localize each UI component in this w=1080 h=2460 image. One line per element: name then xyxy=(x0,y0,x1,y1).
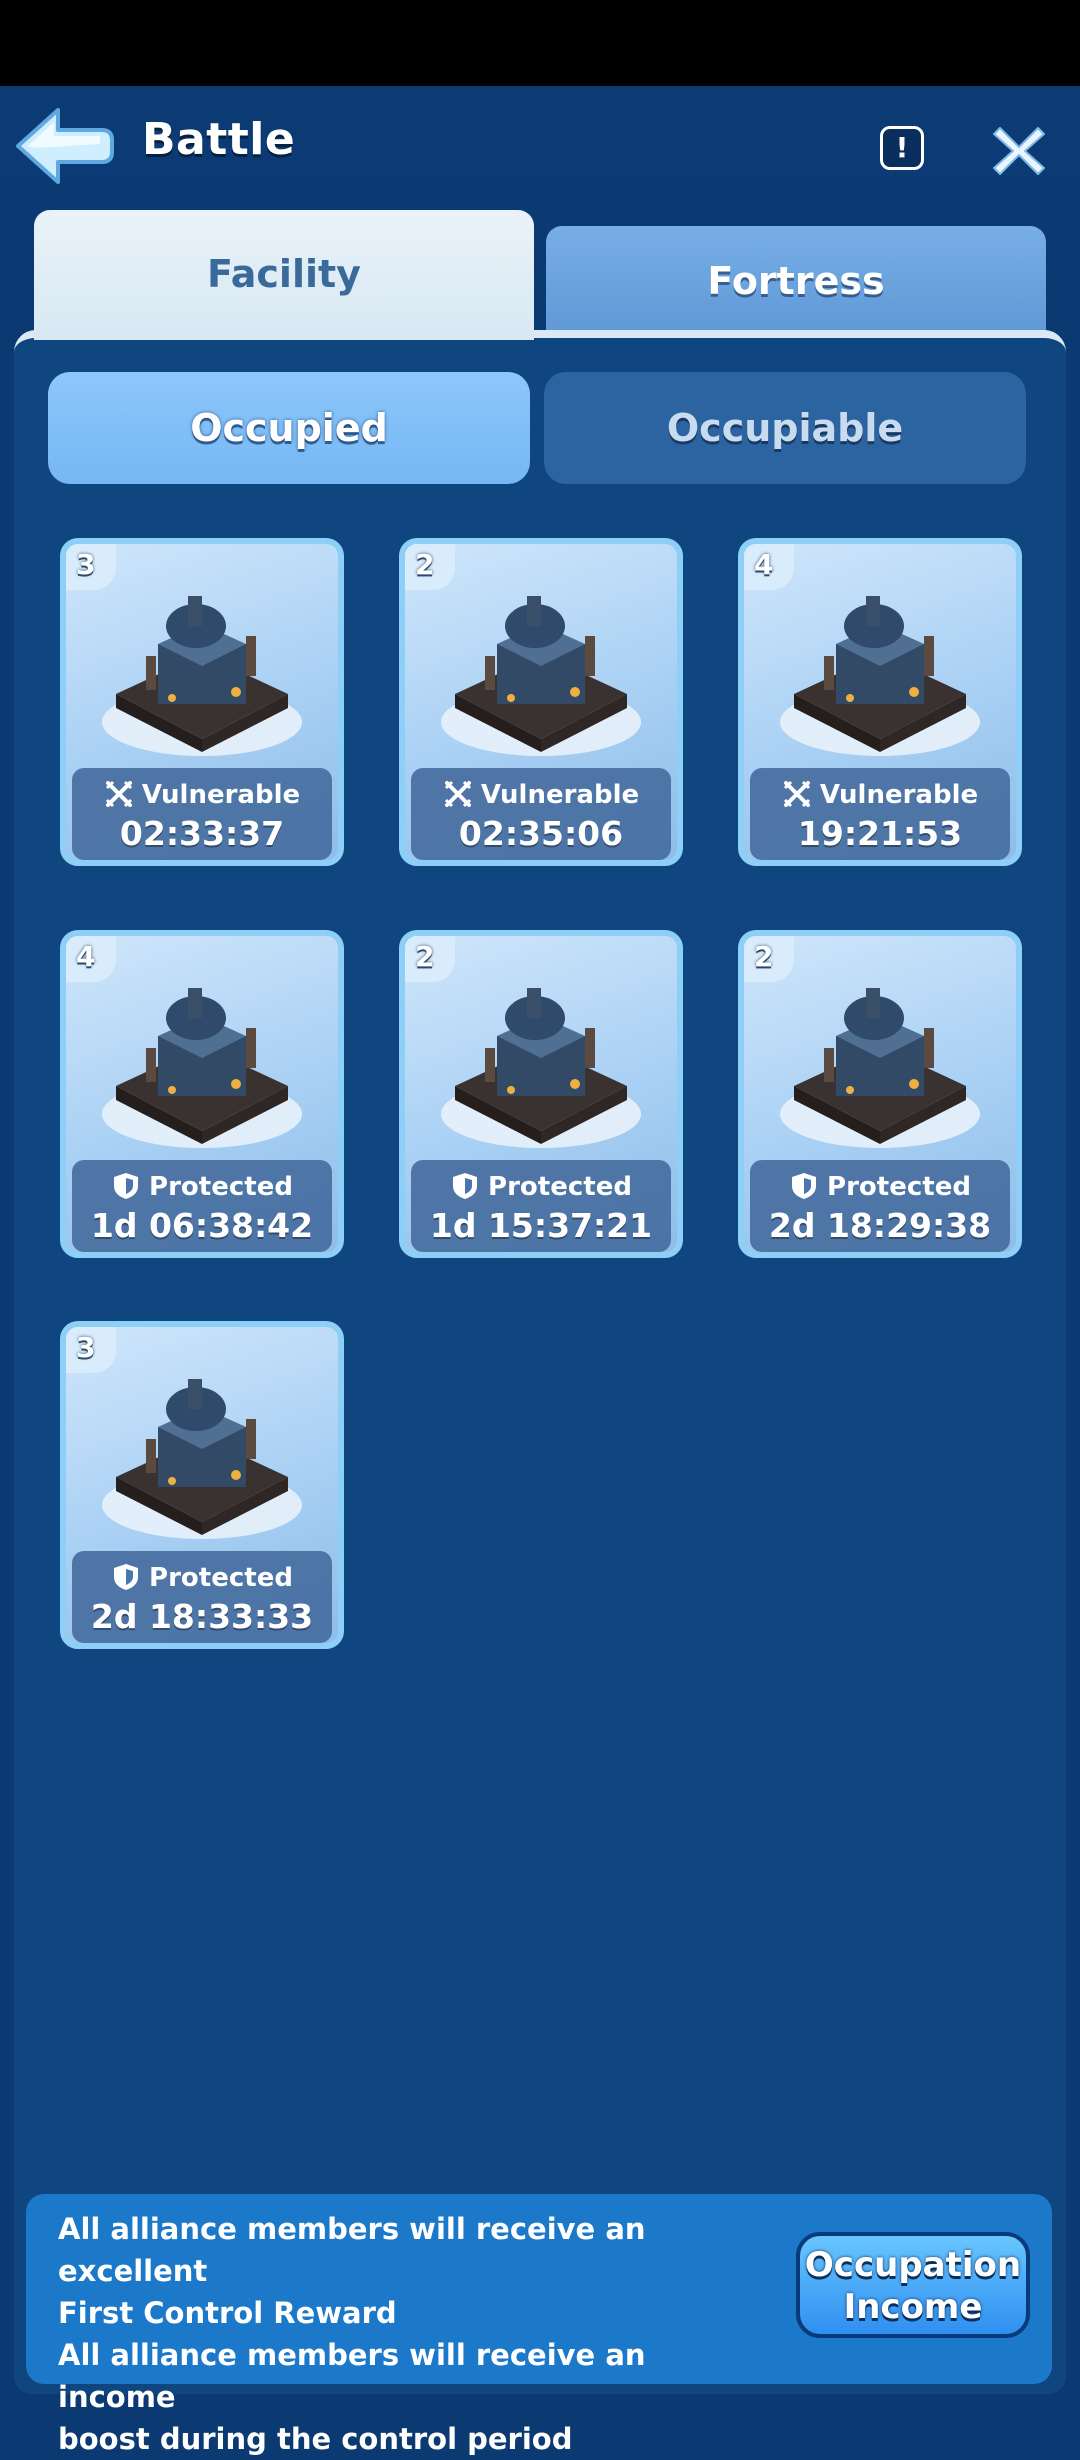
facility-status-box: Vulnerable 02:33:37 xyxy=(72,768,332,860)
facility-card[interactable]: 3 Vulnerable 02:33:37 xyxy=(60,538,344,866)
facility-level: 3 xyxy=(76,548,96,581)
close-icon[interactable] xyxy=(990,122,1048,180)
reward-line: All alliance members will receive an inc… xyxy=(58,2338,646,2414)
facility-card[interactable]: 2 Protected 2d 18:29:38 xyxy=(738,930,1022,1258)
facility-level: 2 xyxy=(754,940,774,973)
status-label: Vulnerable xyxy=(141,780,301,810)
reward-info-bar: All alliance members will receive an exc… xyxy=(26,2194,1052,2456)
facility-status-box: Protected 2d 18:29:38 xyxy=(750,1160,1010,1252)
status-line: Protected xyxy=(411,1170,671,1204)
status-label: Protected xyxy=(488,1172,632,1202)
facility-status-box: Protected 2d 18:33:33 xyxy=(72,1551,332,1643)
shield-icon xyxy=(111,1562,141,1592)
header: Battle ! xyxy=(0,86,1080,206)
shield-icon xyxy=(111,1171,141,1201)
page-title: Battle xyxy=(142,114,296,165)
reward-line: All alliance members will receive an exc… xyxy=(58,2212,646,2288)
status-label: Vulnerable xyxy=(819,780,979,810)
facility-card[interactable]: 4 Protected 1d 06:38:42 xyxy=(60,930,344,1258)
facility-level: 3 xyxy=(76,1331,96,1364)
facility-status-box: Protected 1d 06:38:42 xyxy=(72,1160,332,1252)
status-bar xyxy=(0,0,1080,86)
facility-building-image xyxy=(435,966,647,1156)
status-timer: 02:33:37 xyxy=(119,814,285,853)
occupation-income-button[interactable]: Occupation Income xyxy=(796,2232,1030,2338)
status-line: Protected xyxy=(750,1170,1010,1204)
tab-facility[interactable]: Facility xyxy=(34,210,534,340)
status-label: Vulnerable xyxy=(480,780,640,810)
reward-line: First Control Reward xyxy=(58,2296,397,2330)
status-timer: 19:21:53 xyxy=(797,814,963,853)
facility-card[interactable]: 4 Vulnerable 19:21:53 xyxy=(738,538,1022,866)
facility-card[interactable]: 3 Protected 2d 18:33:33 xyxy=(60,1321,344,1649)
status-label: Protected xyxy=(827,1172,971,1202)
button-label-line: Income xyxy=(843,2287,983,2327)
facility-level: 2 xyxy=(415,548,435,581)
facility-status-box: Vulnerable 19:21:53 xyxy=(750,768,1010,860)
button-label-line: Occupation xyxy=(804,2245,1022,2285)
status-label: Protected xyxy=(149,1563,293,1593)
status-timer: 2d 18:33:33 xyxy=(90,1597,314,1636)
facility-status-box: Vulnerable 02:35:06 xyxy=(411,768,671,860)
status-line: Vulnerable xyxy=(750,778,1010,812)
status-timer: 1d 06:38:42 xyxy=(90,1206,314,1245)
reward-line: boost during the control period xyxy=(58,2422,573,2456)
segment-occupiable[interactable]: Occupiable xyxy=(544,372,1026,484)
reward-description: All alliance members will receive an exc… xyxy=(58,2208,758,2460)
facility-building-image xyxy=(96,966,308,1156)
crossed-swords-icon xyxy=(104,779,134,809)
status-label: Protected xyxy=(149,1172,293,1202)
status-timer: 1d 15:37:21 xyxy=(429,1206,653,1245)
facility-building-image xyxy=(435,574,647,764)
info-icon[interactable]: ! xyxy=(880,126,924,170)
crossed-swords-icon xyxy=(782,779,812,809)
status-line: Vulnerable xyxy=(72,778,332,812)
tab-fortress[interactable]: Fortress xyxy=(546,226,1046,336)
shield-icon xyxy=(450,1171,480,1201)
status-timer: 02:35:06 xyxy=(458,814,624,853)
facility-building-image xyxy=(96,574,308,764)
shield-icon xyxy=(789,1171,819,1201)
facility-level: 2 xyxy=(415,940,435,973)
facility-building-image xyxy=(774,574,986,764)
status-timer: 2d 18:29:38 xyxy=(768,1206,992,1245)
status-line: Protected xyxy=(72,1561,332,1595)
back-arrow-icon[interactable] xyxy=(14,104,114,188)
status-line: Vulnerable xyxy=(411,778,671,812)
facility-status-box: Protected 1d 15:37:21 xyxy=(411,1160,671,1252)
facility-level: 4 xyxy=(754,548,774,581)
segment-occupied[interactable]: Occupied xyxy=(48,372,530,484)
facility-building-image xyxy=(774,966,986,1156)
facility-card[interactable]: 2 Protected 1d 15:37:21 xyxy=(399,930,683,1258)
facility-building-image xyxy=(96,1357,308,1547)
crossed-swords-icon xyxy=(443,779,473,809)
facility-level: 4 xyxy=(76,940,96,973)
status-line: Protected xyxy=(72,1170,332,1204)
facility-card[interactable]: 2 Vulnerable 02:35:06 xyxy=(399,538,683,866)
